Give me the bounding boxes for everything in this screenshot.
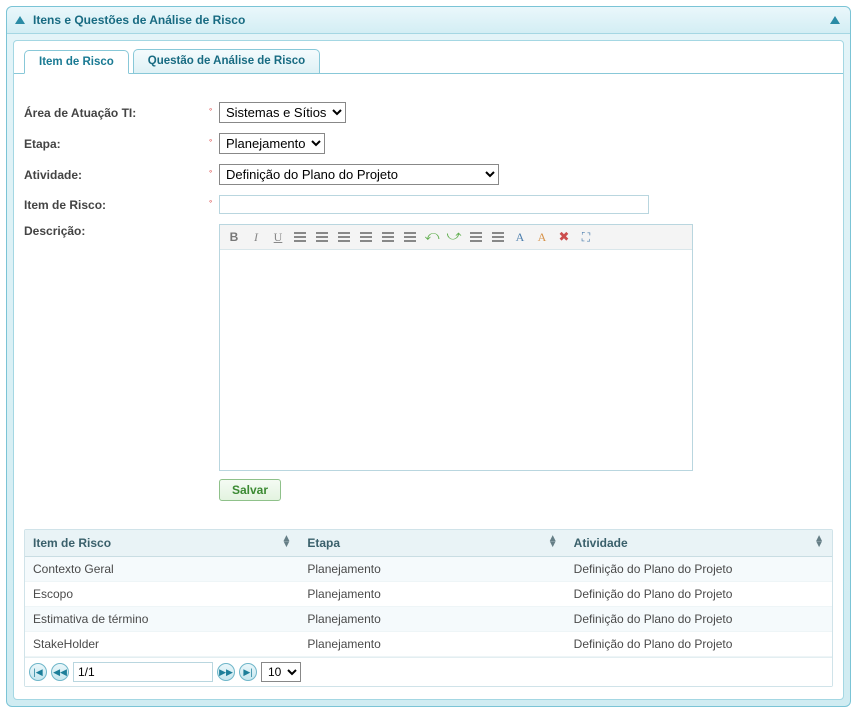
unordered-list-icon[interactable] bbox=[490, 229, 506, 245]
cell-etapa: Planejamento bbox=[299, 632, 565, 657]
table-row[interactable]: Contexto Geral Planejamento Definição do… bbox=[25, 557, 832, 582]
select-area-atuacao[interactable]: Sistemas e Sítios bbox=[219, 102, 346, 123]
remove-format-icon[interactable]: ✖ bbox=[556, 229, 572, 245]
panel-header: Itens e Questões de Análise de Risco bbox=[7, 7, 850, 34]
cell-atividade: Definição do Plano do Projeto bbox=[566, 632, 832, 657]
label-atividade: Atividade: bbox=[24, 168, 209, 182]
label-item-risco: Item de Risco: bbox=[24, 198, 209, 212]
required-marker: ◦ bbox=[209, 104, 219, 114]
col-item-risco[interactable]: Item de Risco ▲▼ bbox=[25, 530, 299, 557]
align-center-icon[interactable] bbox=[314, 229, 330, 245]
pager-next-icon[interactable]: ▶▶ bbox=[217, 663, 235, 681]
pager-first-icon[interactable]: |◀ bbox=[29, 663, 47, 681]
align-left-icon[interactable] bbox=[292, 229, 308, 245]
cell-item: Escopo bbox=[25, 582, 299, 607]
undo-icon[interactable]: ⤺ bbox=[424, 229, 440, 245]
required-marker: ◦ bbox=[209, 166, 219, 176]
table-row[interactable]: StakeHolder Planejamento Definição do Pl… bbox=[25, 632, 832, 657]
bold-icon[interactable]: B bbox=[226, 229, 242, 245]
required-marker: ◦ bbox=[209, 196, 219, 206]
panel-title: Itens e Questões de Análise de Risco bbox=[33, 13, 245, 27]
table-body: Contexto Geral Planejamento Definição do… bbox=[25, 557, 832, 657]
cell-item: Contexto Geral bbox=[25, 557, 299, 582]
cell-etapa: Planejamento bbox=[299, 582, 565, 607]
redo-icon[interactable]: ⤻ bbox=[446, 229, 462, 245]
collapse-icon-right[interactable] bbox=[830, 16, 840, 24]
cell-atividade: Definição do Plano do Projeto bbox=[566, 582, 832, 607]
tab-label: Item de Risco bbox=[39, 56, 114, 68]
cell-atividade: Definição do Plano do Projeto bbox=[566, 557, 832, 582]
col-etapa[interactable]: Etapa ▲▼ bbox=[299, 530, 565, 557]
save-button-label: Salvar bbox=[232, 483, 268, 497]
data-table-wrap: Item de Risco ▲▼ Etapa ▲▼ Atividade ▲▼ bbox=[24, 529, 833, 687]
tab-label: Questão de Análise de Risco bbox=[148, 55, 305, 67]
pager-prev-icon[interactable]: ◀◀ bbox=[51, 663, 69, 681]
sort-icon: ▲▼ bbox=[281, 536, 291, 548]
sort-icon: ▲▼ bbox=[548, 536, 558, 548]
tab-bar: Item de Risco Questão de Análise de Risc… bbox=[14, 41, 843, 74]
cell-item: Estimativa de término bbox=[25, 607, 299, 632]
cell-etapa: Planejamento bbox=[299, 557, 565, 582]
cell-item: StakeHolder bbox=[25, 632, 299, 657]
indent-icon[interactable] bbox=[402, 229, 418, 245]
col-header-label: Item de Risco bbox=[33, 536, 111, 550]
underline-icon[interactable]: U bbox=[270, 229, 286, 245]
tab-item-de-risco[interactable]: Item de Risco bbox=[24, 50, 129, 74]
collapse-icon-left[interactable] bbox=[15, 16, 25, 24]
label-area: Área de Atuação TI: bbox=[24, 106, 209, 120]
col-header-label: Atividade bbox=[574, 536, 628, 550]
editor-toolbar: B I U ⤺ ⤻ A A bbox=[220, 225, 692, 250]
tab-questao-analise[interactable]: Questão de Análise de Risco bbox=[133, 49, 320, 73]
col-atividade[interactable]: Atividade ▲▼ bbox=[566, 530, 832, 557]
align-justify-icon[interactable] bbox=[358, 229, 374, 245]
ordered-list-icon[interactable] bbox=[468, 229, 484, 245]
fullscreen-icon[interactable]: ⛶ bbox=[578, 229, 594, 245]
pager-last-icon[interactable]: ▶| bbox=[239, 663, 257, 681]
cell-atividade: Definição do Plano do Projeto bbox=[566, 607, 832, 632]
data-table: Item de Risco ▲▼ Etapa ▲▼ Atividade ▲▼ bbox=[25, 530, 832, 657]
sort-icon: ▲▼ bbox=[814, 536, 824, 548]
select-etapa[interactable]: Planejamento bbox=[219, 133, 325, 154]
required-marker: ◦ bbox=[209, 135, 219, 145]
editor-textarea[interactable] bbox=[220, 250, 692, 470]
italic-icon[interactable]: I bbox=[248, 229, 264, 245]
outdent-icon[interactable] bbox=[380, 229, 396, 245]
pager-page-input[interactable] bbox=[73, 662, 213, 682]
panel-body: Item de Risco Questão de Análise de Risc… bbox=[13, 40, 844, 700]
font-color-icon[interactable]: A bbox=[512, 229, 528, 245]
input-item-risco[interactable] bbox=[219, 195, 649, 214]
save-button[interactable]: Salvar bbox=[219, 479, 281, 501]
label-etapa: Etapa: bbox=[24, 137, 209, 151]
highlight-icon[interactable]: A bbox=[534, 229, 550, 245]
cell-etapa: Planejamento bbox=[299, 607, 565, 632]
col-header-label: Etapa bbox=[307, 536, 340, 550]
table-row[interactable]: Escopo Planejamento Definição do Plano d… bbox=[25, 582, 832, 607]
pager: |◀ ◀◀ ▶▶ ▶| 10 bbox=[25, 657, 832, 686]
pager-size-select[interactable]: 10 bbox=[261, 662, 301, 682]
panel-risk-items: Itens e Questões de Análise de Risco Ite… bbox=[6, 6, 851, 707]
label-descricao: Descrição: bbox=[24, 224, 209, 238]
select-atividade[interactable]: Definição do Plano do Projeto bbox=[219, 164, 499, 185]
align-right-icon[interactable] bbox=[336, 229, 352, 245]
table-row[interactable]: Estimativa de término Planejamento Defin… bbox=[25, 607, 832, 632]
rich-text-editor: B I U ⤺ ⤻ A A bbox=[219, 224, 693, 471]
